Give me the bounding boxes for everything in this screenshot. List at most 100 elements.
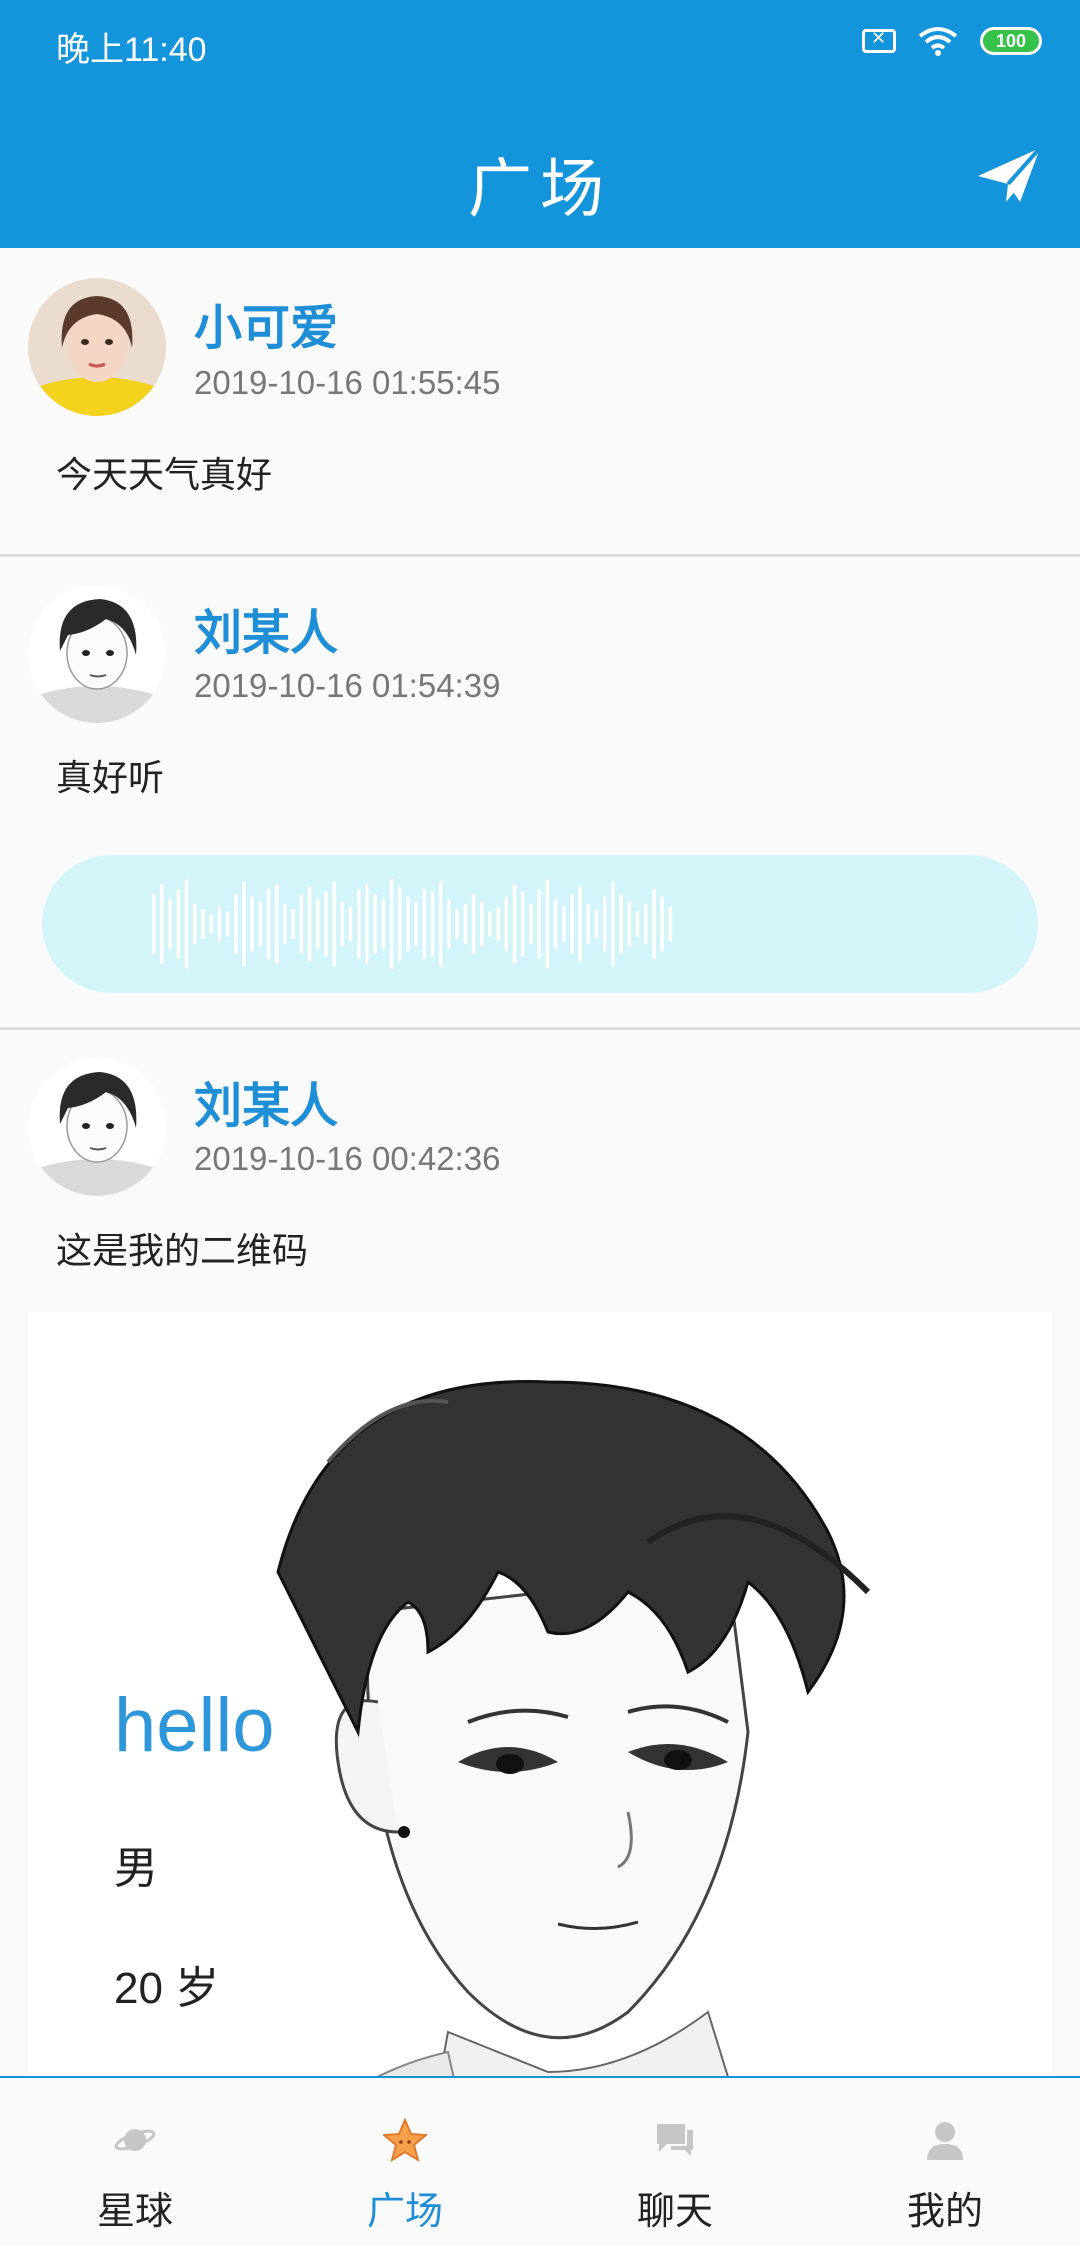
post-item[interactable]: 刘某人 2019-10-16 00:42:36 这是我的二维码 hello 男 …	[0, 1030, 1080, 2142]
waveform-bar	[406, 896, 410, 952]
waveform-bar	[184, 879, 189, 969]
tab-mine[interactable]: 我的	[810, 2078, 1080, 2246]
chat-icon	[657, 2124, 693, 2156]
waveform-bar	[398, 886, 402, 962]
post-timestamp: 2019-10-16 00:42:36	[194, 1140, 501, 1177]
status-icons: 100	[862, 26, 1042, 56]
send-icon[interactable]	[976, 146, 1042, 206]
waveform-bar	[250, 896, 254, 952]
no-sim-icon	[862, 28, 896, 53]
bottom-tab-bar: 星球 广场 聊天 我的	[0, 2076, 1080, 2246]
post-text: 今天天气真好	[56, 455, 273, 496]
waveform-bar	[562, 906, 566, 942]
post-text: 这是我的二维码	[56, 1231, 309, 1272]
waveform-bar	[266, 889, 271, 959]
waveform-bar	[324, 891, 328, 957]
post-text: 真好听	[56, 758, 165, 799]
audio-waveform-icon	[152, 879, 673, 969]
waveform-bar	[504, 896, 509, 952]
status-time: 晚上11:40	[56, 31, 207, 69]
profile-card-image[interactable]: hello 男 20 岁	[28, 1312, 1052, 2142]
waveform-bar	[570, 894, 574, 954]
waveform-bar	[496, 906, 500, 942]
card-greeting: hello	[114, 1683, 275, 1768]
post-author[interactable]: 刘某人	[194, 593, 338, 663]
waveform-bar	[545, 879, 550, 969]
waveform-bar	[463, 904, 468, 944]
status-bar: 晚上11:40 100	[0, 0, 1080, 90]
tab-label: 聊天	[636, 2189, 713, 2233]
waveform-bar	[660, 896, 664, 952]
planet-icon	[114, 2129, 156, 2151]
battery-icon: 100	[980, 27, 1042, 55]
tab-label: 星球	[96, 2189, 173, 2233]
page-title: 广场	[468, 153, 612, 227]
avatar[interactable]	[28, 1058, 166, 1196]
post-author[interactable]: 刘某人	[194, 1066, 338, 1136]
post-item[interactable]: 小可爱 2019-10-16 01:55:45 今天天气真好	[0, 248, 1080, 557]
waveform-bar	[242, 881, 246, 967]
waveform-bar	[512, 884, 517, 964]
waveform-bar	[553, 899, 558, 949]
waveform-bar	[480, 901, 484, 947]
waveform-bar	[225, 911, 230, 937]
post-timestamp: 2019-10-16 01:54:39	[194, 667, 501, 704]
app-header: 晚上11:40 100 广场	[0, 0, 1080, 248]
post-timestamp: 2019-10-16 01:55:45	[194, 364, 501, 401]
waveform-bar	[365, 884, 369, 964]
waveform-bar	[537, 889, 541, 959]
waveform-bar	[168, 899, 172, 949]
waveform-bar	[291, 909, 295, 939]
tab-square[interactable]: 广场	[270, 2078, 540, 2246]
waveform-bar	[471, 894, 476, 954]
waveform-bar	[422, 889, 427, 959]
avatar-girl-image	[28, 278, 166, 416]
waveform-bar	[529, 904, 533, 944]
waveform-bar	[439, 881, 443, 967]
waveform-bar	[611, 881, 615, 967]
waveform-bar	[160, 884, 164, 964]
waveform-bar	[283, 904, 287, 944]
avatar[interactable]	[28, 585, 166, 723]
waveform-bar	[627, 901, 632, 947]
waveform-bar	[152, 894, 156, 954]
tab-chat[interactable]: 聊天	[540, 2078, 810, 2246]
tab-planet[interactable]: 星球	[0, 2078, 270, 2246]
card-gender: 男	[114, 1843, 158, 1894]
avatar-boy-image	[28, 585, 166, 723]
waveform-bar	[414, 901, 418, 947]
waveform-bar	[389, 879, 394, 969]
post-feed[interactable]: 小可爱 2019-10-16 01:55:45 今天天气真好 刘某人 2019-…	[0, 248, 1080, 2142]
waveform-bar	[357, 889, 361, 959]
waveform-bar	[275, 884, 279, 964]
waveform-bar	[586, 904, 591, 944]
waveform-bar	[316, 899, 320, 949]
waveform-bar	[603, 896, 607, 952]
waveform-bar	[381, 899, 386, 949]
waveform-bar	[234, 894, 238, 954]
waveform-bar	[594, 909, 599, 939]
waveform-bar	[209, 914, 213, 934]
avatar-boy-image	[28, 1058, 166, 1196]
post-author[interactable]: 小可爱	[194, 288, 338, 358]
waveform-bar	[299, 894, 304, 954]
waveform-bar	[373, 894, 377, 954]
waveform-bar	[521, 891, 525, 957]
waveform-bar	[340, 901, 345, 947]
waveform-bar	[652, 889, 656, 959]
waveform-bar	[668, 906, 673, 942]
post-item[interactable]: 刘某人 2019-10-16 01:54:39 真好听	[0, 557, 1080, 1030]
wifi-icon	[918, 27, 958, 56]
waveform-bar	[201, 909, 205, 939]
waveform-bar	[635, 911, 640, 937]
card-age: 20 岁	[114, 1964, 220, 2013]
waveform-bar	[176, 889, 181, 959]
waveform-bar	[619, 894, 623, 954]
user-icon	[927, 2122, 963, 2160]
avatar[interactable]	[28, 278, 166, 416]
waveform-bar	[430, 891, 435, 957]
waveform-bar	[488, 911, 492, 937]
voice-message-player[interactable]	[42, 855, 1038, 993]
waveform-bar	[258, 901, 263, 947]
waveform-bar	[307, 886, 312, 962]
